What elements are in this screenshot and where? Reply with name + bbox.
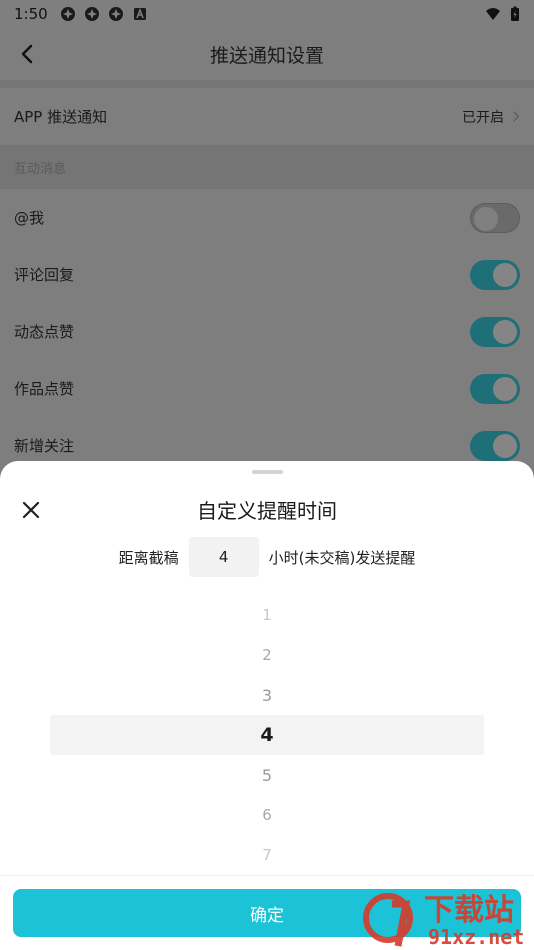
app-push-label: APP 推送通知 — [14, 108, 108, 126]
setting-label: 动态点赞 — [14, 323, 75, 341]
hours-picker[interactable]: 1234567 — [0, 595, 534, 875]
toggle-knob — [493, 376, 517, 401]
toggle-knob — [474, 206, 498, 231]
picker-option[interactable]: 5 — [0, 755, 534, 795]
site-watermark-logo: 下载站 91xz.net — [363, 893, 524, 949]
divider — [0, 80, 534, 88]
toggle-knob — [493, 433, 517, 458]
setting-label: 新增关注 — [14, 437, 75, 455]
setting-row-post-like: 动态点赞 — [0, 303, 534, 360]
notification-app-icon — [84, 7, 99, 21]
picker-option[interactable]: 3 — [0, 675, 534, 715]
back-arrow-icon[interactable] — [16, 42, 40, 66]
hours-input[interactable]: 4 — [188, 537, 259, 577]
reminder-time-sheet: 自定义提醒时间 距离截稿 4 小时(未交稿)发送提醒 1234567 确定 — [0, 461, 534, 950]
sheet-drag-handle[interactable] — [252, 470, 283, 474]
sheet-title: 自定义提醒时间 — [197, 499, 337, 523]
setting-row-work-like: 作品点赞 — [0, 360, 534, 417]
status-bar: 1:50 — [0, 0, 534, 28]
wifi-icon — [486, 8, 500, 20]
toggle-switch[interactable] — [470, 373, 520, 404]
picker-option[interactable]: 1 — [0, 595, 534, 635]
app-push-value: 已开启 — [462, 107, 520, 127]
page-title: 推送通知设置 — [209, 44, 324, 67]
status-time: 1:50 — [14, 5, 48, 23]
toggle-switch[interactable] — [470, 316, 520, 347]
setting-row-at-me: @我 — [0, 189, 534, 246]
reminder-prefix: 距离截稿 — [118, 548, 179, 567]
toggle-knob — [493, 262, 517, 287]
battery-icon — [511, 6, 519, 21]
picker-option[interactable]: 6 — [0, 795, 534, 835]
picker-option[interactable]: 7 — [0, 835, 534, 875]
reminder-input-row: 距离截稿 4 小时(未交稿)发送提醒 — [0, 537, 534, 577]
toggle-switch[interactable] — [470, 259, 520, 290]
toggle-knob — [493, 319, 517, 344]
app-push-row[interactable]: APP 推送通知 已开启 — [0, 88, 534, 145]
setting-label: 评论回复 — [14, 266, 75, 284]
font-a-icon — [133, 7, 146, 20]
picker-option[interactable]: 2 — [0, 635, 534, 675]
reminder-suffix: 小时(未交稿)发送提醒 — [268, 548, 416, 567]
picker-option[interactable]: 4 — [0, 715, 534, 755]
chevron-right-icon — [513, 111, 520, 122]
svg-text:91xz.net: 91xz.net — [428, 925, 524, 949]
notification-app-icon — [108, 7, 123, 21]
setting-row-comment-reply: 评论回复 — [0, 246, 534, 303]
app-push-status: 已开启 — [462, 109, 504, 126]
setting-label: 作品点赞 — [14, 380, 75, 398]
notification-icons — [60, 6, 148, 22]
toggle-switch[interactable] — [470, 202, 520, 233]
divider — [0, 875, 534, 876]
toggle-switch[interactable] — [470, 430, 520, 461]
svg-text:下载站: 下载站 — [424, 893, 514, 928]
notification-app-icon — [60, 7, 75, 21]
setting-label: @我 — [14, 209, 45, 227]
section-label-interactions: 互动消息 — [0, 145, 534, 189]
page-header: 推送通知设置 — [0, 28, 534, 80]
